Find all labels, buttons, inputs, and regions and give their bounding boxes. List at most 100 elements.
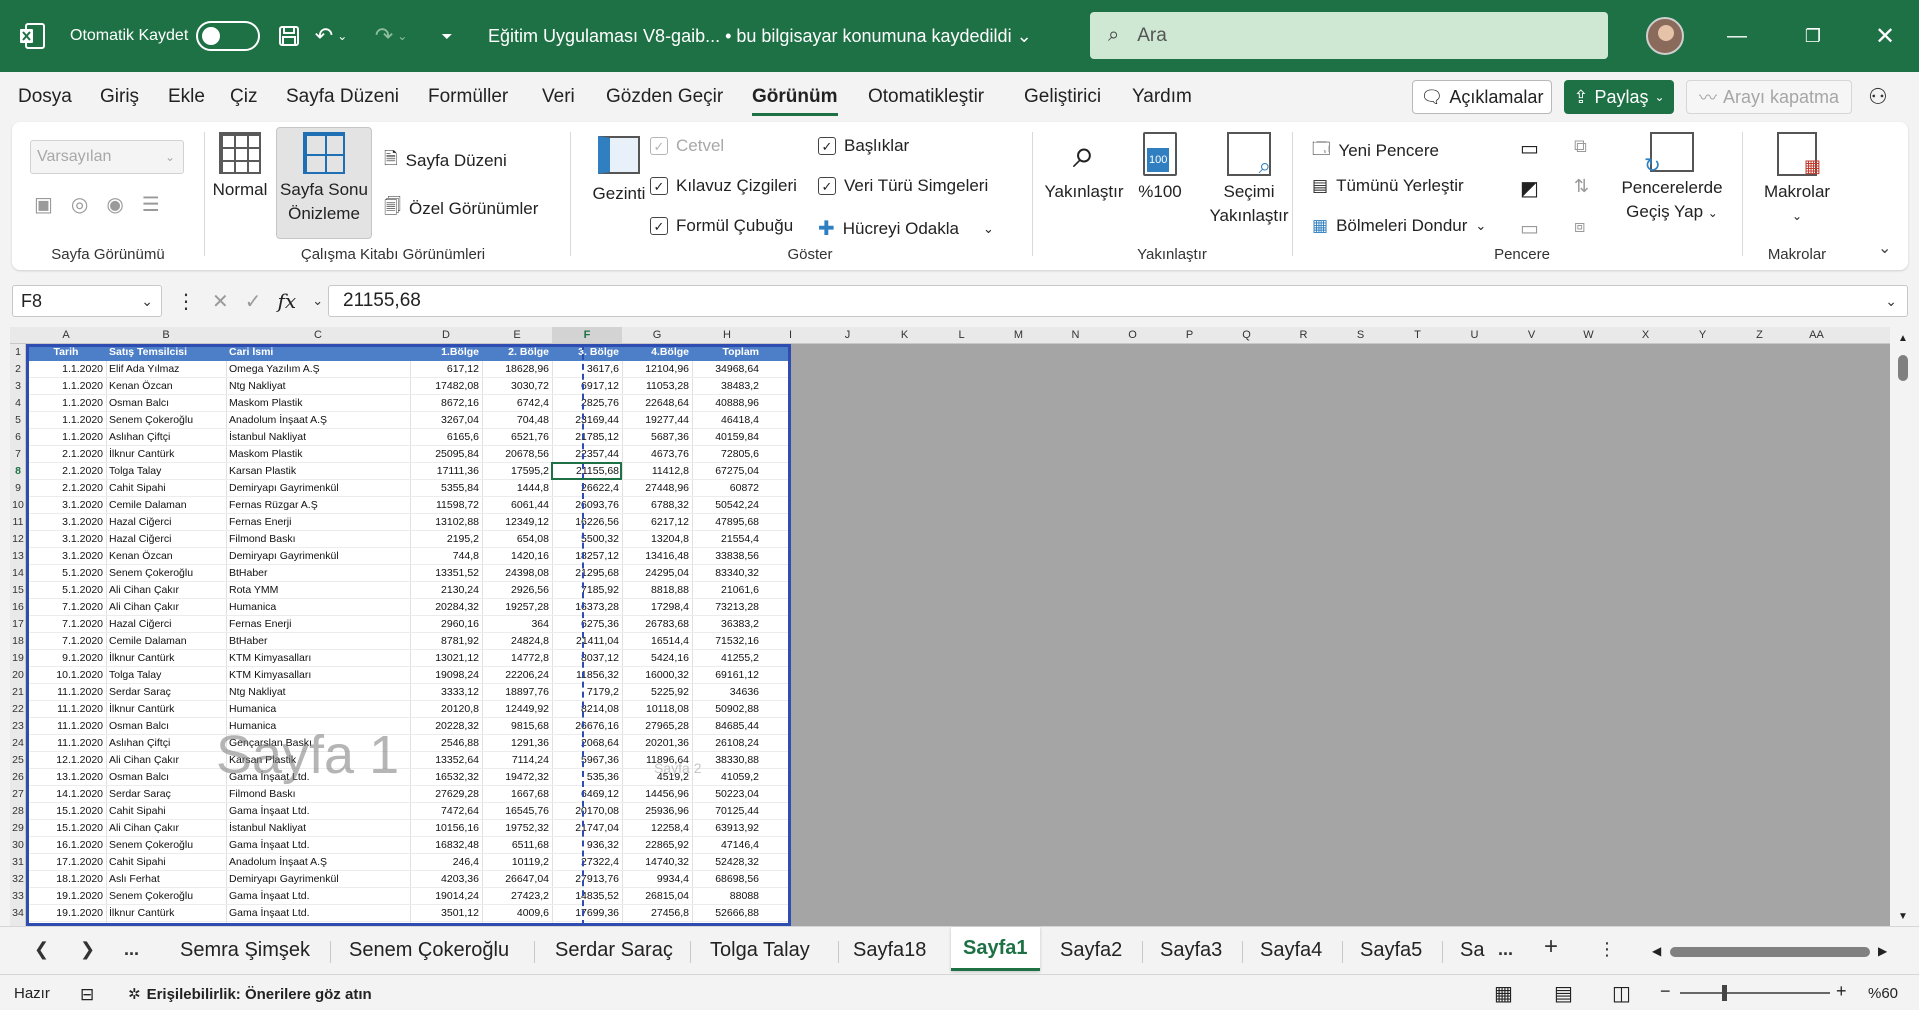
column-header[interactable]: Z [1731, 329, 1788, 341]
cell[interactable]: 9934,4 [625, 873, 689, 885]
column-header[interactable]: N [1047, 329, 1104, 341]
cell[interactable]: Cari İsmi [229, 346, 407, 358]
restore-icon[interactable]: ❐ [1778, 0, 1848, 72]
cell[interactable]: Filmond Baskı [229, 788, 407, 800]
cell[interactable]: 744,8 [413, 550, 479, 562]
person-icon[interactable]: ⚇ [1868, 84, 1888, 110]
cell[interactable]: 16532,32 [413, 771, 479, 783]
autosave-toggle[interactable] [196, 0, 260, 72]
cell[interactable]: 20201,36 [625, 737, 689, 749]
print-area[interactable]: Tarih Satış Temsilcisi Cari İsmi 1.Bölge 2. … [26, 344, 791, 926]
minimize-icon[interactable]: — [1702, 0, 1772, 72]
cell[interactable]: 50902,88 [695, 703, 759, 715]
cell[interactable]: 5.1.2020 [29, 567, 103, 579]
sheet-tab[interactable]: Tolga Talay [710, 939, 810, 962]
cell[interactable]: Hazal Ciğerci [109, 618, 223, 630]
cell[interactable]: 13021,12 [413, 652, 479, 664]
cell[interactable]: 7179,2 [555, 686, 619, 698]
cell[interactable]: 17111,36 [413, 465, 479, 477]
cell[interactable]: 16514,4 [625, 635, 689, 647]
search-box[interactable]: ⌕ Ara [1090, 12, 1608, 59]
cell[interactable]: 69161,12 [695, 669, 759, 681]
tab-veri[interactable]: Veri [542, 86, 575, 108]
cell[interactable]: 16.1.2020 [29, 839, 103, 851]
normal-view-icon[interactable]: ▦ [1494, 981, 1513, 1006]
cell[interactable]: Kenan Özcan [109, 380, 223, 392]
cell[interactable]: 4203,36 [413, 873, 479, 885]
cell[interactable]: 6742,4 [485, 397, 549, 409]
cell[interactable]: 1.1.2020 [29, 363, 103, 375]
vertical-scrollbar[interactable]: ▲ ▼ [1892, 327, 1914, 926]
row-header[interactable]: 21 [10, 686, 26, 698]
tab-ekle[interactable]: Ekle [168, 86, 205, 108]
cell[interactable]: 3.1.2020 [29, 533, 103, 545]
cell[interactable]: Aslı Ferhat [109, 873, 223, 885]
cell[interactable]: Ali Cihan Çakır [109, 822, 223, 834]
cell[interactable]: 21785,12 [555, 431, 619, 443]
row-header[interactable]: 13 [10, 550, 26, 562]
scroll-down-icon[interactable]: ▼ [1898, 911, 1908, 922]
document-title[interactable]: Eğitim Uygulaması V8-gaib... • bu bilgis… [488, 0, 1032, 72]
row-header[interactable]: 1 [10, 346, 26, 358]
cell[interactable]: 2068,64 [555, 737, 619, 749]
next-sheet-icon[interactable]: ❯ [80, 939, 95, 960]
row-header[interactable]: 10 [10, 499, 26, 511]
cell[interactable]: 18628,96 [485, 363, 549, 375]
row-header[interactable]: 4 [10, 397, 26, 409]
page-break-preview-button[interactable]: Sayfa Sonu Önizleme [276, 132, 372, 226]
cell[interactable]: 19277,44 [625, 414, 689, 426]
cell[interactable]: Anadolum İnşaat A.Ş [229, 856, 407, 868]
cell[interactable]: Demiryapı Gayrimenkül [229, 873, 407, 885]
prev-sheet-icon[interactable]: ❮ [34, 939, 49, 960]
cell[interactable]: 33838,56 [695, 550, 759, 562]
cell[interactable]: 10.1.2020 [29, 669, 103, 681]
row-header[interactable]: 32 [10, 873, 26, 885]
cell[interactable]: 3267,04 [413, 414, 479, 426]
cell[interactable]: 46418,4 [695, 414, 759, 426]
cell[interactable]: İlknur Cantürk [109, 448, 223, 460]
cell[interactable]: 71532,16 [695, 635, 759, 647]
cell[interactable]: 3. Bölge [555, 346, 619, 358]
cell[interactable]: 17482,08 [413, 380, 479, 392]
cell[interactable]: 11.1.2020 [29, 737, 103, 749]
cell[interactable]: 70125,44 [695, 805, 759, 817]
cell[interactable]: 16832,48 [413, 839, 479, 851]
cell[interactable]: 20228,32 [413, 720, 479, 732]
column-header[interactable]: E [482, 329, 552, 341]
navigation-button[interactable]: Gezinti [582, 136, 656, 206]
cell[interactable]: Tolga Talay [109, 465, 223, 477]
cell[interactable]: Tolga Talay [109, 669, 223, 681]
cell[interactable]: 27456,8 [625, 907, 689, 919]
cell[interactable]: 21411,04 [555, 635, 619, 647]
cell[interactable]: 6511,68 [485, 839, 549, 851]
cell[interactable]: Senem Çokeroğlu [109, 890, 223, 902]
cell[interactable]: 15.1.2020 [29, 822, 103, 834]
cell[interactable]: 13351,52 [413, 567, 479, 579]
sheet-tab[interactable]: Sa [1460, 939, 1486, 962]
cell[interactable]: Maskom Plastik [229, 448, 407, 460]
horizontal-scroll-thumb[interactable] [1670, 947, 1870, 957]
row-header[interactable]: 28 [10, 805, 26, 817]
cell[interactable]: 12349,12 [485, 516, 549, 528]
cell[interactable]: 11.1.2020 [29, 720, 103, 732]
scroll-thumb[interactable] [1898, 355, 1908, 381]
cell[interactable]: Humanica [229, 601, 407, 613]
cell[interactable]: 5967,36 [555, 754, 619, 766]
cell[interactable]: 4673,76 [625, 448, 689, 460]
zoom-100-button[interactable]: 100 %100 [1128, 132, 1192, 204]
redo-icon[interactable]: ↷ ⌄ [375, 0, 408, 72]
row-header[interactable]: 26 [10, 771, 26, 783]
cell[interactable]: 25936,96 [625, 805, 689, 817]
cell[interactable]: 40159,84 [695, 431, 759, 443]
cell[interactable]: 2.1.2020 [29, 465, 103, 477]
cell[interactable]: 22865,92 [625, 839, 689, 851]
cell[interactable]: Ali Cihan Çakır [109, 601, 223, 613]
cell[interactable]: 6217,12 [625, 516, 689, 528]
sheet-options-icon[interactable]: ⋮ [1598, 939, 1616, 960]
switch-windows-button[interactable]: ↻ Pencerelerde Geçiş Yap ⌄ [1612, 132, 1732, 225]
column-header[interactable]: AA [1788, 329, 1845, 341]
cell[interactable]: 1.1.2020 [29, 414, 103, 426]
macros-button[interactable]: ▦ Makrolar ⌄ [1752, 132, 1842, 228]
collapse-ribbon-icon[interactable]: ⌄ [1878, 238, 1891, 258]
column-header[interactable]: B [106, 329, 226, 341]
